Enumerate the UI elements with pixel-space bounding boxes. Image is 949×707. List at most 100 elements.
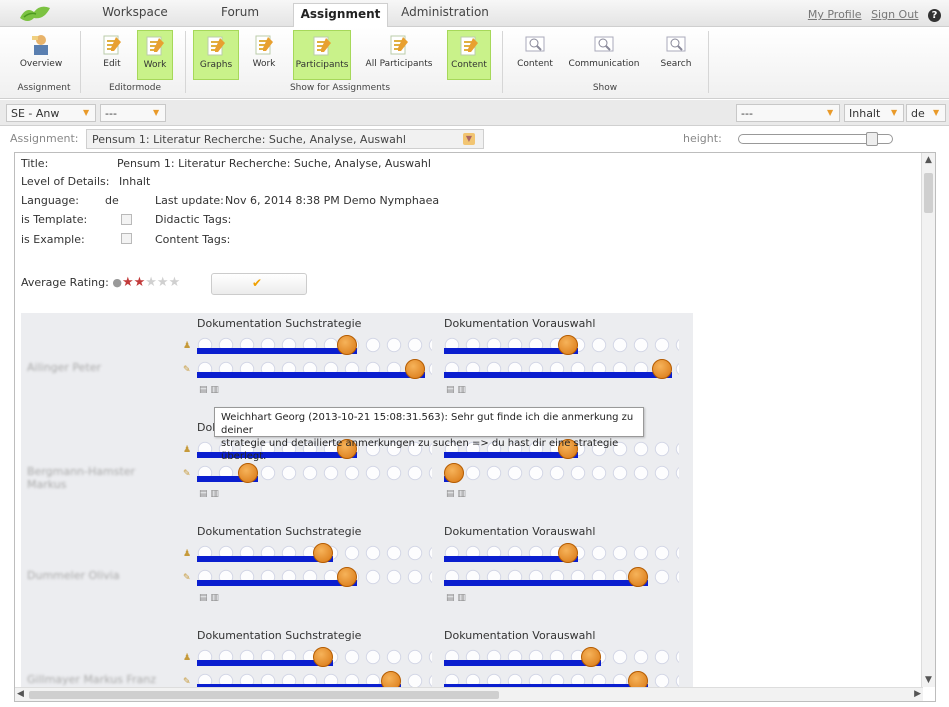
participants-button[interactable]: Participants	[293, 30, 351, 80]
criterion-column: Dokumentation Vorauswahl ▤ ▥	[444, 521, 684, 621]
student-name[interactable]: Ailinger Peter	[27, 361, 177, 374]
submit-rating-button[interactable]: ✔	[211, 273, 307, 295]
vertical-scrollbar[interactable]: ▲ ▼	[921, 153, 935, 687]
course-select[interactable]: SE - Anw ▼	[6, 104, 96, 122]
student-row: Ailinger Peter Dokumentation Suchstrategi…	[21, 313, 693, 415]
overview-label: Overview	[19, 59, 63, 69]
content-tags-label: Content Tags:	[155, 233, 231, 246]
star-icon[interactable]: ★	[134, 275, 146, 290]
tab-forum[interactable]: Forum	[215, 5, 265, 19]
comment-icon[interactable]: ▤ ▥	[446, 593, 466, 603]
group-select[interactable]: --- ▼	[100, 104, 166, 122]
peer-rating-track[interactable]: ✎	[183, 359, 432, 379]
smiley-rating-knob[interactable]	[628, 567, 648, 587]
chevron-down-icon: ▼	[827, 108, 834, 117]
comment-icon[interactable]: ▤ ▥	[199, 385, 219, 395]
teacher-rating-track[interactable]	[444, 543, 679, 563]
horizontal-scroll-thumb[interactable]	[29, 691, 499, 699]
rating-scale-dots	[444, 465, 679, 482]
graphs-label: Graphs	[199, 60, 233, 70]
participants-icon	[313, 36, 331, 56]
assignment-detail-panel: Title: Pensum 1: Literatur Recherche: Su…	[14, 152, 936, 702]
horizontal-scrollbar[interactable]: ◀ ▶	[15, 687, 923, 701]
smiley-rating-knob[interactable]	[337, 567, 357, 587]
vertical-scroll-thumb[interactable]	[924, 173, 933, 213]
level-of-details-value: Inhalt	[119, 175, 151, 188]
work-view-button[interactable]: Work	[247, 30, 281, 80]
smiley-rating-knob[interactable]	[313, 647, 333, 667]
group-show-for-assignments: Show for Assignments	[289, 83, 391, 93]
content-filter-button[interactable]: Content	[447, 30, 491, 80]
comment-icon[interactable]: ▤ ▥	[446, 385, 466, 395]
help-icon[interactable]: ?	[928, 9, 941, 22]
title-value: Pensum 1: Literatur Recherche: Suche, An…	[117, 157, 431, 170]
is-example-checkbox[interactable]	[121, 233, 132, 244]
tab-administration[interactable]: Administration	[400, 5, 490, 19]
smiley-rating-knob[interactable]	[558, 335, 578, 355]
rating-bar	[197, 348, 357, 354]
all-participants-button[interactable]: All Participants	[362, 30, 436, 80]
content-show-button[interactable]: Content	[514, 30, 556, 80]
height-slider-thumb[interactable]	[866, 132, 878, 146]
tab-workspace[interactable]: Workspace	[100, 5, 170, 19]
is-template-checkbox[interactable]	[121, 214, 132, 225]
edit-button[interactable]: Edit	[98, 30, 126, 80]
level-select[interactable]: Inhalt ▼	[844, 104, 904, 122]
smiley-rating-knob[interactable]	[405, 359, 425, 379]
smiley-rating-knob[interactable]	[652, 359, 672, 379]
star-icon[interactable]: ★	[122, 275, 134, 290]
graphs-button[interactable]: Graphs	[193, 30, 239, 80]
peer-rating-track[interactable]: ✎	[183, 567, 432, 587]
my-profile-link[interactable]: My Profile	[808, 8, 862, 21]
star-icon[interactable]: ★	[169, 275, 181, 290]
star-icon[interactable]: ★	[145, 275, 157, 290]
comment-icon[interactable]: ▤ ▥	[446, 489, 466, 499]
search-button[interactable]: Search	[654, 30, 698, 80]
teacher-rating-track[interactable]: ♟	[183, 335, 432, 355]
smiley-rating-knob[interactable]	[558, 543, 578, 563]
communication-button[interactable]: Communication	[568, 30, 640, 80]
star-icon[interactable]: ★	[157, 275, 169, 290]
assignment-label: Assignment:	[10, 132, 79, 145]
scroll-down-icon[interactable]: ▼	[925, 675, 932, 685]
assignment-select[interactable]: Pensum 1: Literatur Recherche: Suche, An…	[86, 129, 484, 149]
smiley-rating-knob[interactable]	[313, 543, 333, 563]
comment-icon[interactable]: ▤ ▥	[199, 593, 219, 603]
language-select[interactable]: de ▼	[906, 104, 946, 122]
scroll-right-icon[interactable]: ▶	[914, 689, 921, 699]
student-name[interactable]: Dummeler Olivia	[27, 569, 177, 582]
clear-rating-icon[interactable]: ●	[112, 276, 122, 289]
overview-button[interactable]: Overview	[18, 30, 64, 80]
teacher-rating-track[interactable]	[444, 647, 679, 667]
peer-rating-track[interactable]	[444, 567, 679, 587]
filter-select[interactable]: --- ▼	[736, 104, 840, 122]
chevron-down-icon: ▼	[933, 108, 940, 117]
scroll-left-icon[interactable]: ◀	[17, 689, 24, 699]
group-show: Show	[592, 83, 618, 93]
edit-label: Edit	[103, 59, 121, 69]
height-slider[interactable]	[738, 132, 893, 146]
teacher-rating-track[interactable]: ♟	[183, 647, 432, 667]
teacher-rating-track[interactable]	[444, 335, 679, 355]
work-button[interactable]: Work	[137, 30, 173, 80]
smiley-rating-knob[interactable]	[337, 335, 357, 355]
content-show-label: Content	[517, 59, 553, 69]
sign-out-link[interactable]: Sign Out	[871, 8, 918, 21]
peer-rating-track[interactable]: ✎	[183, 463, 432, 483]
rating-stars[interactable]: ●★★★★★	[112, 275, 181, 290]
smiley-rating-knob[interactable]	[444, 463, 464, 483]
teacher-rating-track[interactable]: ♟	[183, 543, 432, 563]
peer-rating-track[interactable]	[444, 359, 679, 379]
comment-icon[interactable]: ▤ ▥	[199, 489, 219, 499]
student-name[interactable]: Gillmayer Markus Franz	[27, 673, 177, 686]
last-update-value: Nov 6, 2014 8:38 PM Demo Nymphaea	[225, 194, 440, 207]
chevron-down-icon: ▼	[463, 133, 475, 145]
scroll-up-icon[interactable]: ▲	[925, 155, 932, 165]
peer-rating-track[interactable]	[444, 463, 679, 483]
smiley-rating-knob[interactable]	[238, 463, 258, 483]
student-name[interactable]: Bergmann-Hamster Markus	[27, 465, 177, 491]
group-editormode: Editormode	[108, 83, 161, 93]
criterion-column: Dokumentation Suchstrategie♟✎▤ ▥	[183, 625, 437, 693]
smiley-rating-knob[interactable]	[581, 647, 601, 667]
tab-assignment[interactable]: Assignment	[293, 3, 388, 28]
